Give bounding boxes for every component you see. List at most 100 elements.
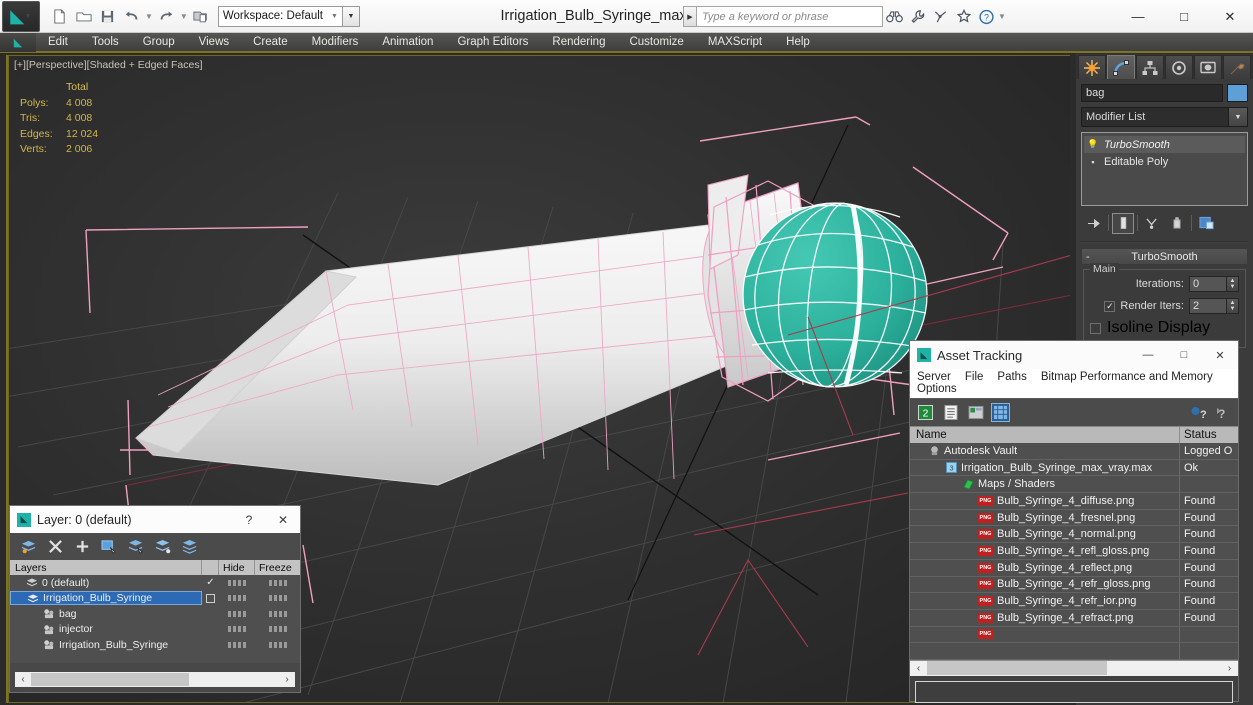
iterations-spinner-arrows[interactable]: ▲ ▼: [1227, 276, 1239, 292]
modifier-list-dropdown[interactable]: Modifier List ▼: [1081, 107, 1248, 127]
table-row[interactable]: PNG Bulb_Syringe_4_fresnel.png Found: [910, 509, 1238, 527]
current-layer-checkmark-icon[interactable]: ✓: [202, 577, 219, 588]
layer-column-layers[interactable]: Layers: [10, 560, 202, 575]
set-current-layer-icon[interactable]: [20, 538, 37, 555]
freeze-toggle[interactable]: [255, 626, 300, 633]
asset-menu-bitmap-performance[interactable]: Bitmap Performance and Memory: [1041, 371, 1213, 383]
table-row[interactable]: PNG Bulb_Syringe_4_reflect.png Found: [910, 559, 1238, 577]
help-circle-icon[interactable]: ?: [975, 6, 998, 27]
wrench-icon[interactable]: [906, 6, 929, 27]
maximize-button[interactable]: □: [1161, 0, 1207, 33]
iterations-stepper[interactable]: 0 ▲ ▼: [1189, 276, 1239, 292]
layer-column-freeze[interactable]: Freeze: [255, 560, 300, 575]
asset-menu-options[interactable]: Options: [917, 383, 957, 395]
asset-column-status[interactable]: Status: [1180, 427, 1238, 443]
asset-minimize-button[interactable]: —: [1130, 341, 1166, 369]
display-tab[interactable]: [1194, 55, 1222, 79]
iterations-value[interactable]: 0: [1189, 276, 1227, 292]
modify-tab[interactable]: [1107, 55, 1135, 79]
hide-unselected-layers-icon[interactable]: [182, 538, 199, 555]
scroll-right-arrow-icon[interactable]: ›: [1221, 663, 1238, 674]
modifier-stack-item-turbosmooth[interactable]: 💡 TurboSmooth: [1084, 136, 1245, 153]
plus-box-icon[interactable]: ▪: [1087, 156, 1099, 168]
asset-close-button[interactable]: ✕: [1202, 341, 1238, 369]
highlight-selected-objects-icon[interactable]: [155, 538, 172, 555]
render-iters-value[interactable]: 2: [1189, 298, 1227, 314]
hide-toggle[interactable]: [219, 626, 255, 633]
current-layer-toggle[interactable]: [202, 593, 219, 603]
list-item[interactable]: Irrigation_Bulb_Syringe: [10, 591, 300, 607]
configure-modifier-sets-button[interactable]: [1195, 213, 1217, 234]
scroll-right-arrow-icon[interactable]: ›: [279, 674, 295, 685]
table-row[interactable]: PNG: [910, 626, 1238, 644]
table-row[interactable]: PNG Bulb_Syringe_4_refr_gloss.png Found: [910, 576, 1238, 594]
undo-dropdown-arrow[interactable]: ▼: [145, 12, 153, 21]
list-item[interactable]: injector: [10, 622, 300, 638]
menu-item-edit[interactable]: Edit: [36, 33, 80, 52]
menu-item-maxscript[interactable]: MAXScript: [696, 33, 774, 52]
modifier-stack-item-editable-poly[interactable]: ▪ Editable Poly: [1084, 153, 1245, 170]
table-row[interactable]: Maps / Shaders: [910, 476, 1238, 494]
freeze-toggle[interactable]: [255, 610, 300, 617]
make-unique-button[interactable]: [1141, 213, 1163, 234]
asset-horizontal-scrollbar[interactable]: ‹ ›: [910, 659, 1238, 676]
menu-item-help[interactable]: Help: [774, 33, 822, 52]
menu-item-tools[interactable]: Tools: [80, 33, 131, 52]
asset-menu-server[interactable]: Server: [917, 371, 951, 383]
new-file-icon[interactable]: [49, 6, 70, 27]
project-folder-icon[interactable]: [191, 6, 212, 27]
modifier-stack[interactable]: 💡 TurboSmooth ▪ Editable Poly: [1081, 132, 1248, 206]
binoculars-icon[interactable]: [883, 6, 906, 27]
scroll-thumb[interactable]: [31, 673, 189, 686]
scroll-left-arrow-icon[interactable]: ‹: [910, 663, 927, 674]
layer-dialog[interactable]: ◣ Layer: 0 (default) ? ✕ Layers Hide Fre: [9, 505, 301, 693]
hide-toggle[interactable]: [219, 595, 255, 602]
asset-column-name[interactable]: Name: [910, 427, 1180, 443]
list-view-icon[interactable]: [941, 403, 960, 422]
star-icon[interactable]: [952, 6, 975, 27]
menu-item-group[interactable]: Group: [131, 33, 187, 52]
3dsmax-logo-icon[interactable]: ◣ ▼: [2, 0, 40, 32]
delete-layer-icon[interactable]: [47, 538, 64, 555]
minimize-button[interactable]: —: [1115, 0, 1161, 33]
help-assets-icon[interactable]: ?: [1188, 403, 1207, 422]
close-button[interactable]: ✕: [1207, 0, 1253, 33]
hide-toggle[interactable]: [219, 610, 255, 617]
chevron-down-icon[interactable]: ▼: [1228, 108, 1247, 126]
hide-toggle[interactable]: [219, 641, 255, 648]
satellite-icon[interactable]: [929, 6, 952, 27]
rollout-collapse-icon[interactable]: -: [1086, 251, 1090, 263]
freeze-toggle[interactable]: [255, 579, 300, 586]
new-layer-icon[interactable]: [74, 538, 91, 555]
scroll-track[interactable]: [927, 661, 1221, 676]
list-item[interactable]: 0 (default) ✓: [10, 575, 300, 591]
menu-item-animation[interactable]: Animation: [370, 33, 445, 52]
table-row[interactable]: PNG Bulb_Syringe_4_refl_gloss.png Found: [910, 543, 1238, 560]
workspace-selector[interactable]: Workspace: Default ▼: [217, 5, 343, 27]
search-expand-arrow-icon[interactable]: ▶: [683, 6, 697, 27]
layer-horizontal-scrollbar[interactable]: ‹ ›: [15, 672, 295, 687]
asset-tracking-window[interactable]: ◣ Asset Tracking — □ ✕ Server File Paths…: [909, 340, 1239, 703]
grid-view-icon[interactable]: [991, 403, 1010, 422]
pin-stack-button[interactable]: [1083, 213, 1105, 234]
layer-close-button[interactable]: ✕: [266, 506, 300, 533]
table-row[interactable]: Autodesk Vault Logged O: [910, 443, 1238, 460]
table-row[interactable]: PNG Bulb_Syringe_4_refr_ior.png Found: [910, 593, 1238, 610]
undo-icon[interactable]: [121, 6, 142, 27]
table-row[interactable]: PNG Bulb_Syringe_4_normal.png Found: [910, 526, 1238, 544]
detail-view-icon[interactable]: [966, 403, 985, 422]
add-selection-to-layer-icon[interactable]: [101, 538, 118, 555]
viewport-label[interactable]: [+][Perspective][Shaded + Edged Faces]: [14, 59, 203, 71]
vault-refresh-icon[interactable]: 2: [916, 403, 935, 422]
object-color-swatch[interactable]: [1227, 84, 1248, 102]
menu-item-customize[interactable]: Customize: [617, 33, 695, 52]
lightbulb-icon[interactable]: 💡: [1087, 139, 1099, 151]
utilities-tab[interactable]: [1223, 55, 1251, 79]
hierarchy-tab[interactable]: [1136, 55, 1164, 79]
isoline-display-checkbox[interactable]: [1090, 322, 1101, 334]
asset-menu-file[interactable]: File: [965, 371, 984, 383]
scroll-left-arrow-icon[interactable]: ‹: [15, 674, 31, 685]
scroll-thumb[interactable]: [927, 661, 1107, 676]
menu-item-create[interactable]: Create: [241, 33, 300, 52]
table-row[interactable]: 3 Irrigation_Bulb_Syringe_max_vray.max O…: [910, 459, 1238, 477]
